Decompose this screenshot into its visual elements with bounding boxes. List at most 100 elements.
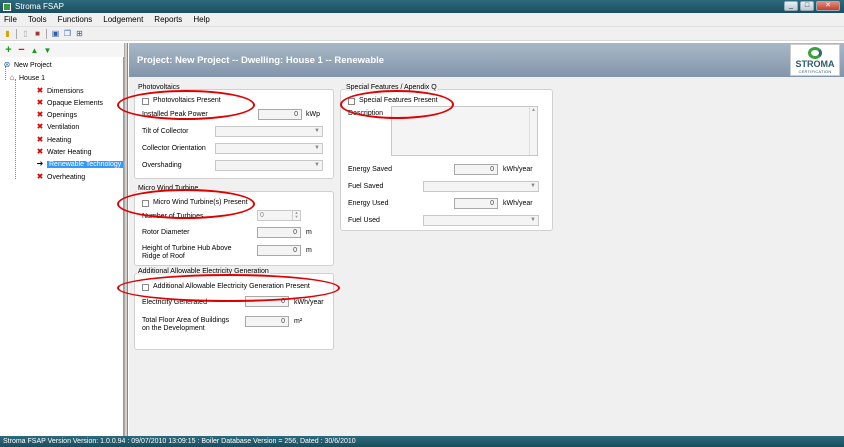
tree-item-label: Ventilation <box>47 123 80 131</box>
copy-icon[interactable]: ❐ <box>63 29 72 38</box>
error-x-icon: ✖ <box>36 86 44 95</box>
tree-line <box>15 79 16 179</box>
chevron-down-icon: ▼ <box>530 217 536 223</box>
error-x-icon: ✖ <box>36 172 44 181</box>
menu-functions[interactable]: Functions <box>58 15 93 24</box>
tree-item-openings[interactable]: ✖ Openings <box>36 109 77 121</box>
menu-reports[interactable]: Reports <box>154 15 182 24</box>
error-x-icon: ✖ <box>36 98 44 107</box>
floor-area-unit: m² <box>294 318 303 325</box>
tree-item-label: Heating <box>47 136 72 144</box>
floor-area-label-line1: Total Floor Area of Buildings <box>142 317 230 324</box>
folder-icon[interactable]: ▮ <box>3 29 12 38</box>
project-icon: ⊛ <box>3 60 11 69</box>
energy-used-input[interactable]: 0 <box>454 198 498 209</box>
tilt-select[interactable]: ▼ <box>215 126 323 137</box>
rotor-input[interactable]: 0 <box>257 227 301 238</box>
move-up-icon[interactable]: ▲ <box>30 46 39 55</box>
hub-label-line2: Ridge of Roof <box>142 253 185 260</box>
main-toolbar: ▮ ▯ ■ ▣ ❐ ⊞ <box>0 27 844 41</box>
arrow-right-icon: ➔ <box>36 159 44 168</box>
close-button[interactable]: ✕ <box>816 1 840 11</box>
hub-input[interactable]: 0 <box>257 245 301 256</box>
logo-brand: STROMA <box>795 59 835 69</box>
tree-node-house[interactable]: ⌂ House 1 <box>8 72 46 84</box>
highlight-ellipse <box>340 90 454 119</box>
fuel-used-label: Fuel Used <box>348 217 380 224</box>
rotor-label: Rotor Diameter <box>142 229 190 236</box>
app-icon <box>3 2 11 11</box>
logo-sub: CERTIFICATION <box>798 69 832 74</box>
remove-icon[interactable]: − <box>17 44 26 55</box>
tilt-label: Tilt of Collector <box>142 128 189 135</box>
tree-node-label: New Project <box>14 61 52 69</box>
generated-unit: kWh/year <box>294 299 324 306</box>
orientation-select[interactable]: ▼ <box>215 143 323 154</box>
logo-swirl-icon <box>808 47 822 59</box>
floor-area-label-line2: on the Development <box>142 325 205 332</box>
energy-saved-unit: kWh/year <box>503 166 533 173</box>
header-bar: Project: New Project -- Dwelling: House … <box>129 43 844 77</box>
tree-item-ventilation[interactable]: ✖ Ventilation <box>36 121 80 133</box>
energy-saved-input[interactable]: 0 <box>454 164 498 175</box>
scrollbar[interactable]: ▲ <box>529 107 537 155</box>
highlight-ellipse <box>117 274 340 302</box>
move-down-icon[interactable]: ▼ <box>43 46 52 55</box>
tree-item-label: Renewable Technology <box>47 160 123 168</box>
tree-item-dimensions[interactable]: ✖ Dimensions <box>36 85 84 97</box>
tree-item-opaque-elements[interactable]: ✖ Opaque Elements <box>36 97 103 109</box>
window-title: Stroma FSAP <box>15 2 64 11</box>
tree-item-water-heating[interactable]: ✖ Water Heating <box>36 146 92 158</box>
fuel-saved-select[interactable]: ▼ <box>423 181 539 192</box>
menu-lodgement[interactable]: Lodgement <box>103 15 143 24</box>
house-icon: ⌂ <box>9 73 15 82</box>
turbines-value: 0 <box>260 212 264 219</box>
chevron-down-icon: ▼ <box>530 183 536 189</box>
toolbar-separator <box>16 28 17 39</box>
error-x-icon: ✖ <box>36 135 44 144</box>
chevron-down-icon: ▼ <box>314 145 320 151</box>
overshading-label: Overshading <box>142 162 182 169</box>
turbines-stepper[interactable]: 0 ▲ ▼ <box>257 210 301 221</box>
overshading-select[interactable]: ▼ <box>215 160 323 171</box>
menu-tools[interactable]: Tools <box>28 15 47 24</box>
floor-area-input[interactable]: 0 <box>245 316 289 327</box>
grid-icon[interactable]: ⊞ <box>75 29 84 38</box>
tree-node-label: House 1 <box>19 74 46 82</box>
error-x-icon: ✖ <box>36 147 44 156</box>
tree-item-label: Water Heating <box>47 148 92 156</box>
menu-bar: File Tools Functions Lodgement Reports H… <box>0 13 844 27</box>
energy-used-unit: kWh/year <box>503 200 533 207</box>
hub-label-line1: Height of Turbine Hub Above <box>142 245 232 252</box>
tree-item-overheating[interactable]: ✖ Overheating <box>36 171 86 183</box>
minimize-button[interactable]: _ <box>784 1 798 11</box>
error-x-icon: ✖ <box>36 110 44 119</box>
stroma-logo: STROMA CERTIFICATION <box>790 44 840 76</box>
maximize-button[interactable]: □ <box>800 1 814 11</box>
hub-unit: m <box>306 247 312 254</box>
status-text: Stroma FSAP Version Version: 1.0.0.94 : … <box>3 438 356 445</box>
tree-item-renewable-technology[interactable]: ➔ Renewable Technology <box>36 158 123 170</box>
add-icon[interactable]: + <box>4 44 13 55</box>
toolbar-separator <box>46 28 47 39</box>
project-tree: ⊛ New Project ⌂ House 1 ✖ Dimensions ✖ O… <box>0 57 124 436</box>
status-bar: Stroma FSAP Version Version: 1.0.0.94 : … <box>0 436 844 447</box>
highlight-ellipse <box>117 189 255 219</box>
highlight-ellipse <box>117 90 255 120</box>
tree-node-project[interactable]: ⊛ New Project <box>3 59 52 71</box>
tree-toolbar: + − ▲ ▼ <box>0 43 124 57</box>
spin-arrows-icon[interactable]: ▲ ▼ <box>292 211 300 220</box>
fuel-used-select[interactable]: ▼ <box>423 215 539 226</box>
new-document-icon[interactable]: ▯ <box>21 29 30 38</box>
tree-item-label: Openings <box>47 111 77 119</box>
fuel-saved-label: Fuel Saved <box>348 183 384 190</box>
peak-power-input[interactable]: 0 <box>258 109 302 120</box>
menu-help[interactable]: Help <box>193 15 209 24</box>
save-icon[interactable]: ▣ <box>51 29 60 38</box>
book-icon[interactable]: ■ <box>33 29 42 38</box>
tree-item-label: Overheating <box>47 173 86 181</box>
peak-power-unit: kWp <box>306 111 320 118</box>
menu-file[interactable]: File <box>4 15 17 24</box>
energy-used-label: Energy Used <box>348 200 389 207</box>
tree-item-heating[interactable]: ✖ Heating <box>36 134 72 146</box>
